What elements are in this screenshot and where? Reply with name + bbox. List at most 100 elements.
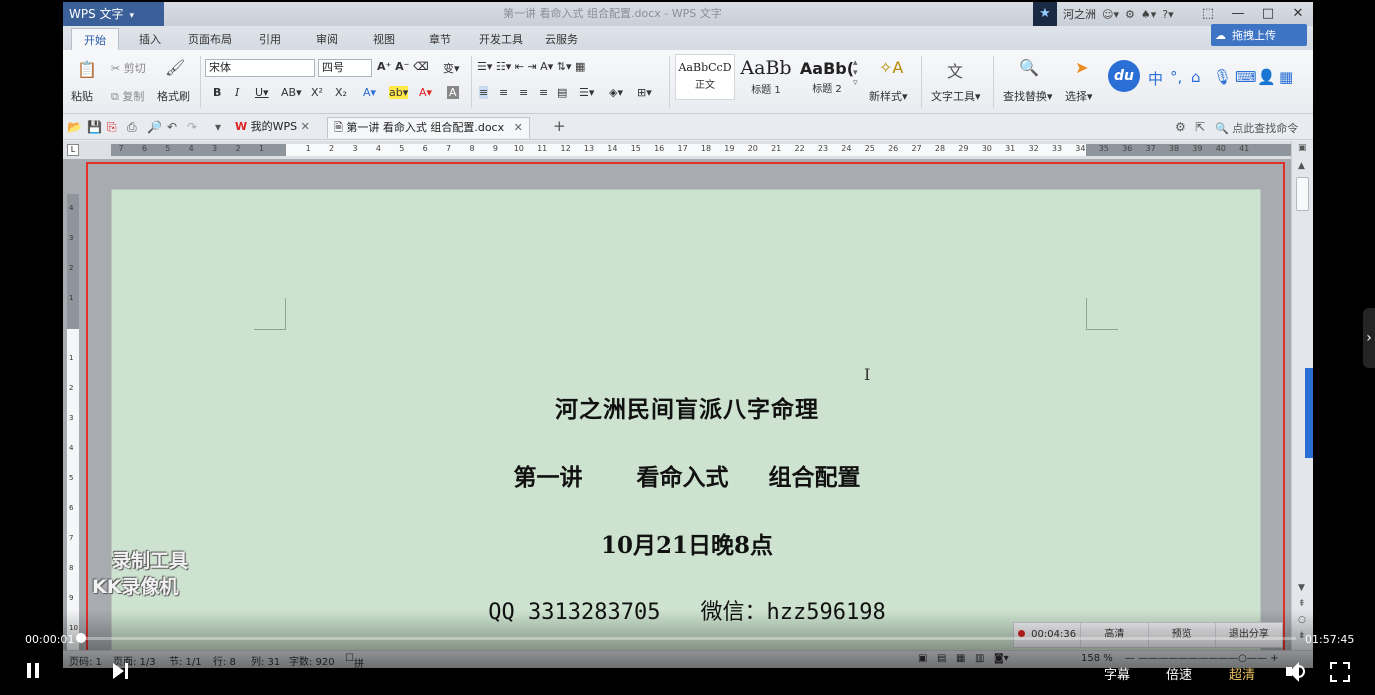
tab-chapter[interactable]: 章节 [429,31,451,47]
line-spacing-button[interactable]: ☰▾ [579,86,594,99]
font-color-button[interactable]: A▾ [419,86,432,99]
format-painter-button[interactable]: 格式刷 [157,88,190,104]
avatar[interactable]: ★ [1033,2,1057,26]
align-right-button[interactable]: ≡ [519,86,528,99]
underline-button[interactable]: U▾ [255,86,269,99]
tab-page-layout[interactable]: 页面布局 [188,31,232,47]
minimize-button[interactable]: — [1223,2,1253,26]
scroll-thumb[interactable] [1296,177,1309,211]
cloud-icon[interactable]: ☺▾ [1102,8,1119,21]
tab-view[interactable]: 视图 [373,31,395,47]
upload-button[interactable]: ☁ 拖拽上传 [1211,24,1307,46]
tab-review[interactable]: 审阅 [316,31,338,47]
skin-icon[interactable]: ♠▾ [1141,8,1156,21]
subscript-button[interactable]: X₂ [335,86,347,99]
volume-button[interactable] [1284,660,1308,684]
scroll-down-icon[interactable]: ▼ [1298,583,1305,593]
side-panel-tab[interactable] [1305,368,1313,458]
restore-icon[interactable]: ⬚ [1193,2,1223,26]
close-button[interactable]: ✕ [1283,2,1313,26]
align-center-button[interactable]: ≡ [499,86,508,99]
customize-icon[interactable]: ▾ [215,120,221,134]
next-button[interactable] [110,660,132,682]
user-name[interactable]: 河之洲 [1063,6,1096,22]
preview-button[interactable]: 预览 [1149,623,1216,647]
tab-references[interactable]: 引用 [259,31,281,47]
progress-bar[interactable] [80,637,1296,640]
phonetic-icon[interactable]: 变▾ [443,60,460,76]
speed-button[interactable]: 倍速 [1166,664,1192,683]
select-button[interactable]: 选择▾ [1065,88,1093,104]
copy-button[interactable]: ⧉ 复制 [111,88,144,104]
spellcheck-button[interactable]: ☐ 拼写检查 [345,653,364,668]
share-icon[interactable]: ⇱ [1195,120,1205,134]
punctuation-icon[interactable]: °, [1170,68,1182,86]
help-icon[interactable]: ?▾ [1162,8,1173,21]
settings-icon[interactable]: ⚙ [1125,8,1135,21]
shading-button[interactable]: ◈▾ [609,86,623,99]
prev-page-icon[interactable]: ⇞ [1298,599,1306,609]
style-heading-2[interactable]: AaBb( 标题 2 [797,54,857,100]
superscript-button[interactable]: X² [311,86,323,99]
tab-developer[interactable]: 开发工具 [479,31,523,47]
zoom-level[interactable]: 158 % [1081,653,1113,664]
user-icon[interactable]: 👤 [1257,68,1276,86]
keyboard-icon[interactable]: ⌨ [1235,68,1257,86]
format-painter-icon[interactable]: 🖌 [165,58,185,77]
split-icon[interactable]: ▣ [1298,143,1307,153]
distributed-button[interactable]: ▤ [557,86,567,99]
microphone-icon[interactable]: 🎙 [1213,68,1232,86]
text-effect-button[interactable]: A▾ [363,86,376,99]
bullets-button[interactable]: ☰▾ ☷▾ ⇤ ⇥ A▾ ⇅▾ ▦ [477,60,585,73]
document-page[interactable]: I 河之洲民间盲派八字命理 第一讲 看命入式 组合配置 10月21日晚8点 QQ 3… [111,189,1261,659]
fullscreen-button[interactable] [1330,662,1350,682]
paste-icon[interactable]: 📋 [77,60,97,79]
export-pdf-icon[interactable]: ⎘ [107,120,117,135]
tab-document[interactable]: 🗎 第一讲 看命入式 组合配置.docx ✕ [327,117,530,138]
save-icon[interactable]: 💾 [87,120,102,134]
app-menu-button[interactable]: WPS 文字 ▾ [63,2,164,26]
tab-my-wps[interactable]: W 我的WPS ✕ [229,117,316,138]
tab-insert[interactable]: 插入 [139,31,161,47]
quality-button[interactable]: 超清 [1229,664,1255,683]
text-tools-icon[interactable]: 文 [947,58,963,82]
ime-chinese-button[interactable]: 中 [1148,68,1163,89]
undo-icon[interactable]: ↶ [167,120,177,134]
font-size-select[interactable]: 四号 [318,59,372,77]
redo-icon[interactable]: ↷ [187,120,197,134]
browse-object-icon[interactable]: ○ [1298,615,1306,625]
maximize-button[interactable]: □ [1253,2,1283,26]
strikethrough-button[interactable]: AB▾ [281,86,302,99]
subtitle-button[interactable]: 字幕 [1104,664,1130,683]
open-icon[interactable]: 📂 [67,120,82,134]
close-icon[interactable]: ✕ [301,120,310,133]
bold-button[interactable]: B [213,86,221,99]
doc-settings-icon[interactable]: ⚙ [1175,120,1186,134]
command-search[interactable]: 🔍 点此查找命令 [1215,120,1298,136]
tab-cloud[interactable]: 云服务 [545,31,578,47]
print-preview-icon[interactable]: 🔎 [147,120,162,134]
hd-button[interactable]: 高清 [1081,623,1149,647]
justify-button[interactable]: ≡ [539,86,548,99]
zoom-slider[interactable]: — ——————————○—— + [1125,653,1278,664]
baidu-ime-button[interactable]: du [1108,60,1140,92]
paste-button[interactable]: 粘贴 [71,88,93,104]
char-shading-button[interactable]: A [447,86,459,99]
new-tab-button[interactable]: + [553,117,566,135]
pause-button[interactable] [22,660,44,682]
new-style-icon[interactable]: ✧A [879,58,903,77]
document-body[interactable]: 河之洲民间盲派八字命理 第一讲 看命入式 组合配置 10月21日晚8点 QQ 331… [112,390,1262,626]
highlight-button[interactable]: ab▾ [389,86,409,99]
toolbox-icon[interactable]: ⌂ [1191,68,1201,86]
horizontal-ruler[interactable]: L 7 6 5 4 3 2 1 1 2 3 4 5 6 7 8 9 10 11 12 13 14 15 16 17 18 19 20… [63,141,1313,159]
align-left-button[interactable]: ≡ [479,86,489,99]
print-icon[interactable]: ⎙ [127,120,137,135]
view-icon[interactable]: ▣ ▤ ▦ ▥ ◙▾ [918,653,1009,664]
progress-knob[interactable] [76,633,86,643]
text-tools-button[interactable]: 文字工具▾ [931,88,981,104]
styles-scroll-icon[interactable]: ▴ ▾ ▿ [853,58,858,88]
grow-font-icon[interactable]: A⁺ A⁻ ⌫ [377,60,429,73]
exit-share-button[interactable]: 退出分享 [1216,623,1282,647]
close-icon[interactable]: ✕ [514,121,523,134]
borders-button[interactable]: ⊞▾ [637,86,652,99]
